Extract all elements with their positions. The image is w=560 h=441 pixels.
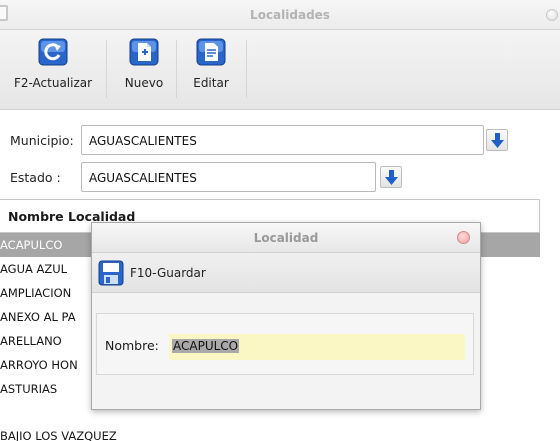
dialog-toolbar: F10-Guardar [92,253,480,293]
window-title: Localidades [250,8,330,22]
list-item[interactable]: BAJIO LOS VAZQUEZ [0,425,540,441]
municipio-row: Municipio: AGUASCALIENTES [0,125,520,155]
dialog-title: Localidad [253,231,319,245]
list-item-label: ANEXO AL PA [0,310,76,324]
arrow-down-icon [385,170,398,185]
arrow-down-icon [491,133,504,148]
nombre-label: Nombre: [105,338,159,353]
edit-document-icon [196,38,226,66]
edit-label: Editar [193,76,229,90]
list-item-label: ACAPULCO [0,238,63,252]
save-button[interactable]: F10-Guardar [98,260,228,286]
list-item-label: ASTURIAS [0,382,58,396]
refresh-button[interactable]: F2-Actualizar [8,38,98,102]
toolbar-separator [246,40,247,98]
save-label: F10-Guardar [130,266,206,280]
edit-button[interactable]: Editar [184,38,238,102]
nombre-input[interactable]: ACAPULCO [169,334,465,360]
list-item-label: ARELLANO [0,334,62,348]
refresh-icon [38,38,68,66]
municipio-dropdown-button[interactable] [486,129,508,151]
new-button[interactable]: Nuevo [116,38,172,102]
estado-label: Estado : [10,170,61,185]
window-titlebar: Localidades [0,0,560,30]
main-toolbar: F2-Actualizar Nuevo Editar [0,30,560,110]
localidad-dialog: Localidad F10-Guardar Nombre: ACAPULCO [91,222,481,410]
dialog-close-icon[interactable] [457,231,470,244]
estado-row: Estado : AGUASCALIENTES [0,162,520,192]
list-item-label: ARROYO HON [0,358,78,372]
toolbar-separator [106,40,107,98]
new-document-icon [129,38,159,66]
nombre-value: ACAPULCO [172,339,240,353]
refresh-label: F2-Actualizar [13,76,93,90]
dialog-titlebar: Localidad [92,223,480,253]
list-item-label: AMPLIACION [0,286,72,300]
dialog-form-panel: Nombre: ACAPULCO [96,313,474,375]
new-label: Nuevo [124,76,164,90]
save-disk-icon [98,260,124,286]
municipio-value: AGUASCALIENTES [89,134,197,148]
list-item-label: AGUA AZUL [0,262,68,276]
estado-dropdown-button[interactable] [380,166,402,188]
list-item-label: BAJIO LOS VAZQUEZ [0,429,117,441]
toolbar-separator [176,40,177,98]
window-close-icon[interactable] [546,9,558,21]
municipio-label: Municipio: [10,133,74,148]
estado-value: AGUASCALIENTES [89,171,197,185]
estado-field[interactable]: AGUASCALIENTES [81,162,376,192]
municipio-field[interactable]: AGUASCALIENTES [81,125,484,155]
